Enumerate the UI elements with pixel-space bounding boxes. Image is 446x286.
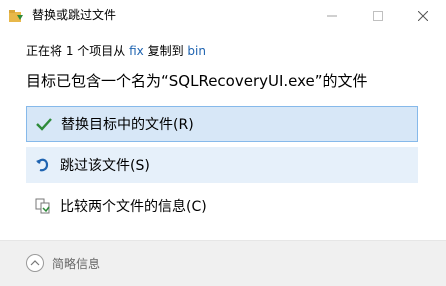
close-button[interactable] [400, 0, 446, 30]
compare-files-option[interactable]: 比较两个文件的信息(C) [26, 188, 418, 224]
status-middle: 复制到 [143, 44, 188, 58]
status-prefix: 正在将 1 个项目从 [26, 44, 130, 58]
title-bar: 替换或跳过文件 [0, 0, 446, 30]
window-title: 替换或跳过文件 [32, 8, 117, 22]
copy-status: 正在将 1 个项目从 fix 复制到 bin [26, 42, 206, 59]
skip-arrow-icon [34, 156, 52, 174]
fewer-details-label: 简略信息 [52, 256, 101, 271]
replace-option-label: 替换目标中的文件(R) [61, 117, 194, 133]
close-icon [417, 6, 429, 25]
chevron-up-icon [26, 254, 44, 272]
maximize-button[interactable] [355, 0, 401, 30]
dialog-footer: 简略信息 [0, 241, 446, 286]
compare-option-label: 比较两个文件的信息(C) [60, 199, 207, 215]
checkmark-icon [35, 115, 53, 133]
source-folder-link[interactable]: fix [129, 44, 144, 58]
replace-file-option[interactable]: 替换目标中的文件(R) [26, 106, 418, 142]
skip-option-label: 跳过该文件(S) [60, 158, 150, 174]
minimize-icon [327, 6, 337, 25]
conflict-heading: 目标已包含一个名为“SQLRecoveryUI.exe”的文件 [26, 72, 368, 90]
destination-folder-link[interactable]: bin [187, 44, 206, 58]
minimize-button[interactable] [309, 0, 355, 30]
fewer-details-toggle[interactable]: 简略信息 [26, 254, 100, 272]
skip-file-option[interactable]: 跳过该文件(S) [26, 147, 418, 183]
maximize-icon [373, 6, 383, 25]
folder-copy-icon [8, 8, 24, 22]
compare-files-icon [34, 197, 52, 215]
